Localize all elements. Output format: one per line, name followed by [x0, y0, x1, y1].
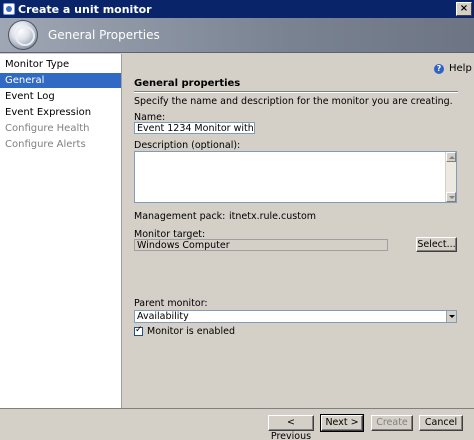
nav-item-event-expression[interactable]: Event Expression	[0, 105, 121, 120]
parent-monitor-dropdown[interactable]: Availability	[134, 310, 457, 323]
management-pack-label: Management pack:	[134, 211, 226, 222]
close-icon[interactable]: ×	[456, 2, 472, 16]
section-divider	[134, 91, 458, 93]
section-title: General properties	[134, 78, 241, 89]
nav-item-configure-health: Configure Health	[5, 123, 90, 134]
create-button: Create	[371, 415, 413, 431]
help-icon: ?	[434, 63, 444, 74]
monitor-target-field: Windows Computer	[134, 239, 388, 251]
monitor-enabled-checkbox[interactable]: Monitor is enabled	[134, 325, 235, 337]
nav-item-monitor-type[interactable]: Monitor Type	[0, 57, 121, 72]
content-pane: ? Help General properties Specify the na…	[123, 54, 474, 408]
nav-item-configure-alerts: Configure Alerts	[5, 139, 86, 150]
nav-item-general[interactable]: General	[0, 73, 121, 88]
title-bar: Create a unit monitor ×	[0, 0, 474, 18]
scroll-down-icon[interactable]	[446, 192, 456, 202]
window-icon	[3, 3, 15, 15]
previous-button[interactable]: < Previous	[268, 415, 314, 440]
parent-monitor-value: Availability	[137, 311, 189, 322]
checkbox-check-icon[interactable]	[134, 325, 143, 336]
page-banner: General Properties	[0, 18, 474, 53]
page-title: General Properties	[48, 28, 160, 42]
help-link[interactable]: ? Help	[434, 63, 472, 74]
next-button[interactable]: Next >	[320, 414, 364, 432]
footer-bar: < Previous Next > Create Cancel	[0, 408, 474, 440]
management-pack-value: itnetx.rule.custom	[229, 211, 317, 222]
description-label: Description (optional):	[134, 140, 241, 151]
description-input[interactable]	[134, 151, 457, 203]
description-scrollbar[interactable]	[445, 152, 456, 202]
window-title: Create a unit monitor	[18, 2, 152, 16]
instructions-text: Specify the name and description for the…	[134, 96, 453, 107]
cancel-button[interactable]: Cancel	[419, 415, 463, 431]
monitor-enabled-label: Monitor is enabled	[147, 326, 235, 337]
nav-item-event-log[interactable]: Event Log	[0, 89, 121, 104]
help-label: Help	[449, 63, 472, 74]
wizard-orb-icon	[8, 20, 38, 50]
name-input[interactable]: Event 1234 Monitor with Service Restart	[134, 122, 255, 134]
chevron-down-icon[interactable]	[446, 311, 456, 322]
scroll-up-icon[interactable]	[446, 152, 456, 162]
wizard-nav: Monitor Type General Event Log Event Exp…	[0, 54, 122, 408]
select-target-button[interactable]: Select...	[416, 237, 457, 252]
parent-monitor-label: Parent monitor:	[134, 298, 208, 309]
